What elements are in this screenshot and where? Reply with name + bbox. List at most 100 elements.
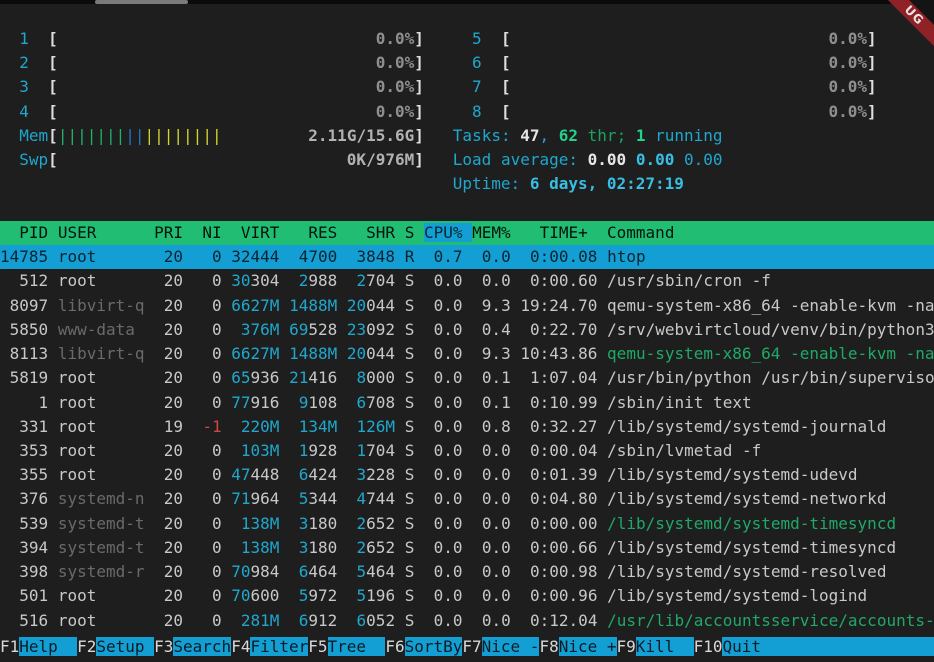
cell-time: 0:00.04 <box>530 441 597 460</box>
text <box>886 489 934 508</box>
fkey-f10-quit[interactable]: F10Quit <box>694 637 934 656</box>
text <box>597 441 607 460</box>
process-row[interactable]: 516 root 20 0 281M 6912 6052 S 0.0 0.0 0… <box>0 609 934 633</box>
meter-bracket: [ <box>48 126 58 145</box>
text <box>48 296 58 315</box>
cell-command: qemu-system-x86_64 -enable-kvm -na <box>607 296 934 315</box>
cell-shr-hi: 126M <box>357 417 396 436</box>
text <box>424 538 434 557</box>
text <box>414 441 424 460</box>
cell-shr-hi: 2 <box>357 514 367 533</box>
process-row[interactable]: 512 root 20 0 30304 2988 2704 S 0.0 0.0 … <box>0 269 934 293</box>
cell-mem-pct: 0.0 <box>482 514 511 533</box>
text <box>463 586 473 605</box>
cell-time: 0:22.70 <box>530 320 597 339</box>
text <box>424 247 434 266</box>
column-header-shr[interactable]: SHR <box>347 223 395 242</box>
text <box>222 368 232 387</box>
cell-mem-pct: 0.0 <box>482 465 511 484</box>
text <box>463 514 473 533</box>
fkey-f9-kill[interactable]: F9Kill <box>617 637 694 656</box>
cell-time: 0:00.96 <box>530 586 597 605</box>
text <box>222 223 232 242</box>
text <box>597 562 607 581</box>
text <box>482 102 501 121</box>
column-header-time[interactable]: TIME+ <box>520 223 597 242</box>
text <box>289 465 299 484</box>
column-header-mem[interactable]: MEM% <box>472 223 511 242</box>
column-header-cpu[interactable]: CPU% <box>424 223 472 242</box>
text <box>337 368 347 387</box>
process-row[interactable]: 353 root 20 0 103M 1928 1704 S 0.0 0.0 0… <box>0 439 934 463</box>
process-row[interactable]: 539 systemd-t 20 0 138M 3180 2652 S 0.0 … <box>0 512 934 536</box>
text <box>414 393 424 412</box>
text <box>48 441 58 460</box>
text <box>193 538 212 557</box>
fkey-f5-tree[interactable]: F5Tree <box>308 637 385 656</box>
process-row[interactable]: 14785 root 20 0 32444 4700 3848 R 0.7 0.… <box>0 245 934 269</box>
htop-terminal: 1 [ 0.0%] 5 [ 0.0%] 2 [ 0.0%] 6 [ 0.0%] … <box>0 0 934 633</box>
text <box>183 441 193 460</box>
column-header-command[interactable]: Command <box>607 223 934 242</box>
process-row[interactable]: 331 root 19 -1 220M 134M 126M S 0.0 0.8 … <box>0 415 934 439</box>
cell-command: /lib/systemd/systemd-resolved <box>607 562 886 581</box>
text <box>222 586 232 605</box>
cell-res: 180 <box>308 514 337 533</box>
process-row[interactable]: 5850 www-data 20 0 376M 69528 23092 S 0.… <box>0 318 934 342</box>
text <box>395 271 405 290</box>
fkey-f7-nice[interactable]: F7Nice - <box>462 637 539 656</box>
text <box>482 77 501 96</box>
text <box>279 514 289 533</box>
cell-pid: 353 <box>19 441 48 460</box>
fkey-f2-setup[interactable]: F2Setup <box>77 637 154 656</box>
text <box>752 393 934 412</box>
cell-mem-pct: 0.0 <box>482 271 511 290</box>
text <box>472 344 482 363</box>
column-header-s[interactable]: S <box>405 223 415 242</box>
text <box>279 611 289 630</box>
text <box>395 296 405 315</box>
text <box>511 489 521 508</box>
text <box>511 271 521 290</box>
cpu-meter-label: 3 <box>19 77 29 96</box>
column-header-pri[interactable]: PRI <box>154 223 183 242</box>
text <box>520 611 530 630</box>
process-row[interactable]: 8113 libvirt-q 20 0 6627M 1488M 20044 S … <box>0 342 934 366</box>
process-row[interactable]: 5819 root 20 0 65936 21416 8000 S 0.0 0.… <box>0 366 934 390</box>
fkey-f1-help[interactable]: F1Help <box>0 637 77 656</box>
process-row[interactable]: 1 root 20 0 77916 9108 6708 S 0.0 0.1 0:… <box>0 391 934 415</box>
cell-pid: 516 <box>19 611 48 630</box>
cell-nice: 0 <box>212 441 222 460</box>
cell-pri: 20 <box>164 465 183 484</box>
fkey-f3-search[interactable]: F3Search <box>154 637 231 656</box>
cell-time: 0:12.04 <box>530 611 597 630</box>
text <box>395 538 405 557</box>
process-row[interactable]: 394 systemd-t 20 0 138M 3180 2652 S 0.0 … <box>0 536 934 560</box>
cell-shr: 228 <box>366 465 395 484</box>
fkey-label: Setup <box>96 637 154 656</box>
process-row[interactable]: 355 root 20 0 47448 6424 3228 S 0.0 0.0 … <box>0 463 934 487</box>
process-row[interactable]: 398 systemd-r 20 0 70984 6464 5464 S 0.0… <box>0 560 934 584</box>
column-header-virt[interactable]: VIRT <box>231 223 279 242</box>
text <box>511 393 521 412</box>
column-header-ni[interactable]: NI <box>193 223 222 242</box>
cell-mem-pct: 0.0 <box>482 611 511 630</box>
column-header-res[interactable]: RES <box>289 223 337 242</box>
column-header-pid[interactable]: PID <box>0 223 48 242</box>
process-row[interactable]: 376 systemd-n 20 0 71964 5344 4744 S 0.0… <box>0 487 934 511</box>
fkey-f6-sortby[interactable]: F6SortBy <box>385 637 462 656</box>
cell-user: systemd-t <box>58 538 145 557</box>
text <box>511 465 521 484</box>
fkey-f4-filter[interactable]: F4Filter <box>231 637 308 656</box>
cell-time: 0:00.66 <box>530 538 597 557</box>
text <box>414 271 424 290</box>
fkey-f8-nice[interactable]: F8Nice + <box>539 637 616 656</box>
text <box>520 441 530 460</box>
text <box>279 271 289 290</box>
process-row[interactable]: 501 root 20 0 70600 5972 5196 S 0.0 0.0 … <box>0 584 934 608</box>
cell-res: 4700 <box>299 247 338 266</box>
text <box>337 489 347 508</box>
process-row[interactable]: 8097 libvirt-q 20 0 6627M 1488M 20044 S … <box>0 294 934 318</box>
column-header-user[interactable]: USER <box>58 223 145 242</box>
scrollbar-thumb[interactable] <box>95 0 188 4</box>
